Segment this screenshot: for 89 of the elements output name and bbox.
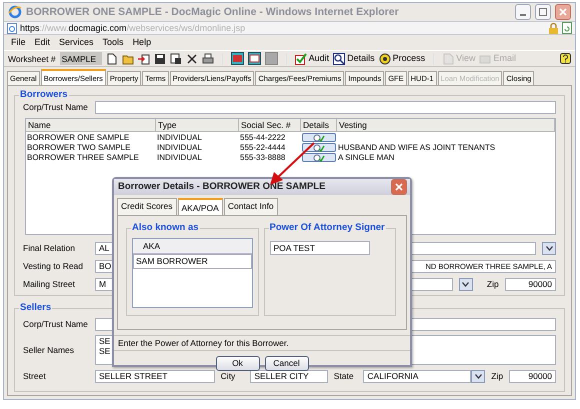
table-cell-text: 555-22-4444 — [239, 142, 286, 152]
details-button[interactable] — [302, 143, 336, 152]
dropdown-button[interactable] — [471, 370, 486, 382]
table-cell-text: INDIVIDUAL — [156, 142, 203, 152]
table-cell-text: BORROWER ONE SAMPLE — [26, 132, 130, 142]
save-icon[interactable] — [154, 52, 166, 65]
field-text: BO — [99, 260, 112, 272]
table-cell-text: 555-44-2222 — [239, 132, 286, 142]
column-header[interactable]: AKA — [133, 239, 252, 254]
text-field[interactable]: 90000 — [509, 370, 556, 382]
printer-icon[interactable] — [202, 52, 214, 65]
menu-item[interactable]: Services — [59, 37, 94, 48]
dropdown-button[interactable] — [542, 242, 556, 254]
text-field[interactable] — [95, 100, 556, 114]
table-cell-text: INDIVIDUAL — [156, 152, 203, 162]
field-label: Final Relation — [23, 242, 76, 254]
details-button[interactable] — [302, 133, 336, 142]
toolbar-button[interactable]: Process — [378, 52, 426, 65]
close-icon — [559, 8, 567, 16]
text-field[interactable]: SELLER STREET — [95, 370, 215, 382]
chevron-down-icon — [546, 246, 552, 250]
lock-icon — [548, 22, 559, 34]
field-label: Street — [23, 370, 47, 382]
dialog-button[interactable]: Ok — [216, 356, 260, 371]
worksheet-label: Worksheet # — [8, 54, 56, 64]
column-header[interactable]: Vesting — [337, 119, 555, 132]
toolbar-button[interactable]: Audit — [294, 52, 330, 65]
dropdown-button[interactable] — [458, 278, 473, 290]
dropdown-field[interactable]: CALIFORNIA — [363, 370, 472, 382]
worksheet-field[interactable]: SAMPLE — [60, 52, 102, 66]
window-title: BORROWER ONE SAMPLE - DocMagic Online - Windows Internet Explorer — [26, 6, 399, 19]
dialog-title: Borrower Details - BORROWER ONE SAMPLE — [118, 181, 326, 193]
tab[interactable]: AKA/POA — [178, 198, 223, 216]
table-cell-text: A SINGLE MAN — [337, 152, 396, 162]
field-label: Corp/Trust Name — [23, 102, 89, 112]
column-header[interactable]: Name — [26, 119, 156, 132]
details-button[interactable] — [302, 153, 336, 162]
text-field[interactable]: 90000 — [504, 278, 556, 290]
field-label: Corp/Trust Name — [23, 318, 89, 330]
magnifier-check-icon — [313, 134, 325, 142]
text-field[interactable]: POA TEST — [270, 241, 370, 256]
field-label: Seller Names — [23, 344, 76, 356]
magnifier-check-icon — [313, 154, 325, 162]
html-document-icon[interactable] — [248, 52, 261, 66]
table-cell-text: HUSBAND AND WIFE AS JOINT TENANTS — [337, 142, 496, 152]
field-label: Zip — [491, 370, 504, 382]
column-header[interactable]: Social Sec. # — [239, 119, 301, 132]
table-cell-text: BORROWER TWO SAMPLE — [26, 142, 132, 152]
field-label: Zip — [486, 278, 499, 290]
group-title: Sellers — [19, 302, 52, 314]
status-text: Enter the Power of Attorney for this Borrower. — [114, 335, 410, 352]
table-cell-text: INDIVIDUAL — [156, 132, 203, 142]
list-item[interactable]: SAM BORROWER — [133, 254, 252, 269]
column-header[interactable]: Details — [301, 119, 337, 132]
magnifier-check-icon — [313, 144, 325, 152]
maximize-icon — [539, 8, 547, 16]
browser-logo-icon — [8, 5, 22, 20]
chevron-down-icon — [462, 282, 470, 286]
text-field[interactable]: SELLER CITY — [250, 370, 328, 382]
save-as-icon[interactable] — [170, 52, 182, 65]
menu-item[interactable]: Edit — [34, 37, 50, 48]
import-icon[interactable] — [138, 52, 150, 65]
group-title: Power Of Attorney Signer — [268, 222, 386, 234]
delete-icon[interactable] — [186, 52, 198, 65]
field-label: City — [220, 370, 236, 382]
folder-icon[interactable] — [122, 52, 134, 65]
close-button[interactable] — [391, 179, 407, 195]
menu-item[interactable]: Tools — [102, 37, 124, 48]
table-cell-text: BORROWER THREE SAMPLE — [26, 152, 140, 162]
chevron-down-icon — [474, 374, 482, 378]
tab[interactable]: Contact Info — [224, 198, 278, 216]
maximize-button[interactable] — [535, 4, 551, 20]
html-document-icon[interactable] — [230, 52, 244, 66]
close-button[interactable] — [555, 4, 571, 20]
field-label: Mailing Street — [23, 278, 76, 290]
help-icon[interactable] — [560, 53, 571, 64]
group-title: Borrowers — [19, 89, 69, 100]
menu-item[interactable]: File — [11, 37, 26, 48]
tab[interactable]: Credit Scores — [117, 198, 176, 216]
dialog-button[interactable]: Cancel — [264, 356, 308, 371]
table-cell-text: 555-33-8888 — [239, 152, 286, 162]
new-document-icon[interactable] — [106, 52, 118, 65]
toolbar-button[interactable]: Details — [333, 52, 375, 65]
field-label: State — [334, 370, 355, 382]
minimize-button[interactable] — [515, 4, 531, 20]
field-label: Vesting to Read — [23, 260, 84, 272]
column-header[interactable]: Type — [156, 119, 239, 132]
menu-item[interactable]: Help — [132, 37, 152, 48]
close-icon — [395, 183, 403, 191]
